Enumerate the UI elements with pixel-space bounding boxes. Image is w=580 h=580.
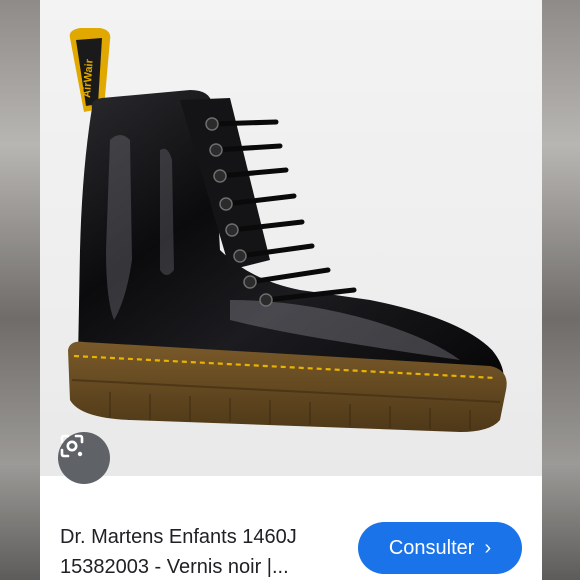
product-image[interactable]: AirWair [40, 0, 542, 484]
boot-upper [78, 90, 504, 390]
consulter-button[interactable]: Consulter › [358, 522, 522, 574]
google-lens-icon [60, 434, 84, 458]
product-title-line2: 15382003 - Vernis noir |... [60, 556, 289, 578]
product-title[interactable]: Dr. Martens Enfants 1460J 15382003 - Ver… [60, 522, 360, 580]
search-result-card[interactable]: AirWair Dr. Martens Enfants 1460J 153820… [40, 0, 542, 580]
consulter-button-label: Consulter [388, 536, 475, 559]
boot-illustration: AirWair [68, 28, 507, 432]
google-lens-button[interactable] [58, 432, 110, 484]
blurred-background-right [542, 0, 580, 580]
blurred-background-left [0, 0, 40, 580]
chevron-right-icon: › [484, 536, 492, 559]
product-title-line1: Dr. Martens Enfants 1460J [60, 526, 297, 548]
